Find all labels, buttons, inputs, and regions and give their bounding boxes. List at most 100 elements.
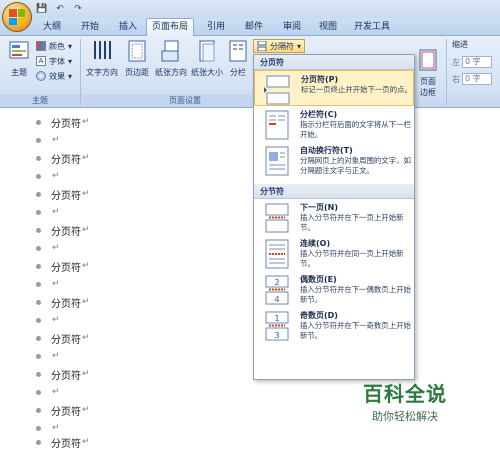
document-line: 分页符 ↵ [36, 113, 90, 131]
breaks-dropdown-menu: 分页符 分页符(P) 标记一页终止并开始下一页的点。 分栏符(C) 指示分栏符后… [253, 54, 415, 380]
page-borders-button[interactable]: 页面 边框 [414, 39, 442, 107]
indent-label: 缩进 [452, 40, 468, 49]
tab-home[interactable]: 开始 [76, 19, 104, 36]
menu-item-title: 偶数页(E) [300, 275, 337, 284]
ribbon-tabs: 大纲 开始 插入 页面布局 引用 邮件 审阅 视图 开发工具 [0, 18, 500, 37]
themes-label: 主题 [11, 68, 27, 77]
tab-references[interactable]: 引用 [202, 19, 230, 36]
fonts-button[interactable]: A 字体 ▾ [36, 54, 72, 68]
size-button[interactable]: 纸张大小 [190, 39, 224, 78]
bullet-icon [36, 245, 41, 251]
indent-left-row: 左 0 字 [452, 56, 492, 68]
bullet-icon [36, 299, 41, 305]
tab-insert[interactable]: 插入 [114, 19, 142, 36]
breaks-label: 分隔符 [270, 41, 294, 51]
colors-icon [36, 41, 46, 51]
document-line: ↵ [36, 167, 60, 185]
bullet-icon [36, 191, 41, 197]
bullet-icon [36, 227, 41, 233]
document-line: 分页符 ↵ [36, 433, 90, 451]
columns-label: 分栏 [230, 68, 246, 77]
orientation-icon [161, 40, 179, 62]
effects-button[interactable]: 效果 ▾ [36, 69, 72, 83]
office-button[interactable] [2, 2, 32, 32]
menu-item-even-page[interactable]: 2 4 偶数页(E) 插入分节符并在下一偶数页上开始新节。 [254, 271, 414, 307]
themes-button[interactable]: 主题 [4, 39, 34, 78]
chevron-down-icon: ▾ [297, 41, 302, 51]
tab-outline[interactable]: 大纲 [38, 19, 66, 36]
tab-developer[interactable]: 开发工具 [350, 19, 394, 36]
page-break-icon [264, 75, 290, 105]
menu-item-page-break[interactable]: 分页符(P) 标记一页终止并开始下一页的点。 [254, 70, 414, 106]
indent-right-input[interactable]: 0 字 [462, 73, 492, 85]
svg-text:2: 2 [274, 278, 279, 287]
menu-item-description: 插入分节符并在下一页上开始新节。 [300, 213, 404, 232]
watermark-title: 百科全说 [363, 382, 447, 406]
quick-access-toolbar: 💾 ↶ ↷ [36, 3, 84, 15]
svg-text:1: 1 [274, 314, 279, 323]
colors-label: 颜色 [49, 41, 65, 51]
menu-item-description: 标记一页终止并开始下一页的点。 [301, 85, 412, 94]
menu-item-title: 连续(O) [300, 239, 331, 248]
menu-item-next-page[interactable]: 下一页(N) 插入分节符并在下一页上开始新节。 [254, 199, 414, 235]
fonts-label: 字体 [49, 56, 65, 66]
indent-left-input[interactable]: 0 字 [462, 56, 492, 68]
redo-icon[interactable]: ↷ [72, 3, 84, 15]
ribbon: 主题 颜色 ▾ A 字体 ▾ 效果 ▾ 主题 文字方向 页边距 纸张方向 纸张大… [0, 36, 500, 108]
text-wrapping-break-icon [265, 146, 289, 176]
bullet-icon [36, 335, 41, 341]
bullet-icon [36, 389, 41, 395]
office-logo-icon [9, 9, 25, 25]
document-line: ↵ [36, 347, 60, 365]
size-label: 纸张大小 [191, 68, 223, 77]
text-direction-icon [94, 41, 111, 59]
margins-label: 页边距 [125, 68, 149, 77]
size-icon [199, 40, 215, 62]
columns-button[interactable]: 分栏 [226, 39, 250, 78]
document-line: ↵ [36, 131, 60, 149]
breaks-button[interactable]: 分隔符 ▾ [253, 39, 305, 53]
document-line: 分页符 ↵ [36, 185, 90, 203]
menu-item-text-wrapping-break[interactable]: 自动换行符(T) 分隔网页上的对象周围的文字，如分隔题注文字与正文。 [254, 142, 414, 184]
column-break-icon [265, 110, 289, 140]
tab-page-layout[interactable]: 页面布局 [146, 18, 194, 37]
menu-item-continuous[interactable]: 连续(O) 插入分节符并在同一页上开始新节。 [254, 235, 414, 271]
document-line: 分页符 ↵ [36, 401, 90, 419]
bullet-icon [36, 439, 41, 445]
effects-icon [36, 71, 46, 81]
menu-item-odd-page[interactable]: 1 3 奇数页(D) 插入分节符并在下一奇数页上开始新节。 [254, 307, 414, 343]
tab-review[interactable]: 审阅 [278, 19, 306, 36]
tab-mailings[interactable]: 邮件 [240, 19, 268, 36]
text-direction-button[interactable]: 文字方向 [84, 39, 120, 78]
document-line: 分页符 ↵ [36, 329, 90, 347]
indent-left-label: 左 [452, 57, 460, 67]
menu-item-title: 奇数页(D) [300, 311, 338, 320]
bullet-icon [36, 407, 41, 413]
document-line: ↵ [36, 275, 60, 293]
orientation-button[interactable]: 纸张方向 [154, 39, 188, 78]
watermark-logo: 百科全说 助你轻松解决 [363, 378, 447, 424]
breaks-icon [257, 41, 267, 51]
colors-button[interactable]: 颜色 ▾ [36, 39, 72, 53]
text-direction-label: 文字方向 [86, 68, 118, 77]
menu-item-title: 分栏符(C) [300, 110, 338, 119]
group-label-theme: 主题 [0, 95, 80, 107]
menu-item-description: 插入分节符并在下一偶数页上开始新节。 [300, 285, 411, 304]
tab-view[interactable]: 视图 [314, 19, 342, 36]
indent-right-row: 右 0 字 [452, 73, 492, 85]
fonts-icon: A [36, 56, 46, 66]
bullet-icon [36, 371, 41, 377]
svg-text:3: 3 [274, 331, 279, 340]
effects-label: 效果 [49, 71, 65, 81]
menu-item-column-break[interactable]: 分栏符(C) 指示分栏符后面的文字将从下一栏开始。 [254, 106, 414, 142]
next-page-icon [265, 203, 289, 233]
bullet-icon [36, 425, 41, 431]
menu-item-title: 自动换行符(T) [300, 146, 353, 155]
svg-text:4: 4 [274, 295, 279, 304]
menu-item-description: 插入分节符并在同一页上开始新节。 [300, 249, 404, 268]
undo-icon[interactable]: ↶ [54, 3, 66, 15]
menu-item-title: 分页符(P) [301, 75, 339, 84]
columns-icon [229, 40, 247, 62]
margins-button[interactable]: 页边距 [122, 39, 152, 78]
save-icon[interactable]: 💾 [36, 3, 48, 15]
